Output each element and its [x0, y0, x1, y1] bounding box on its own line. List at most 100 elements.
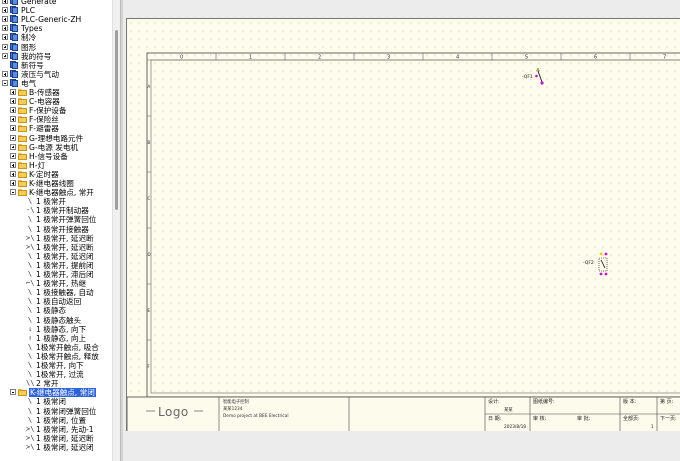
expand-toggle-icon[interactable]: [10, 125, 16, 132]
expand-toggle-icon[interactable]: [10, 107, 16, 114]
tree-item-label: 1 极常开, 热继: [36, 279, 87, 289]
row-label: C: [148, 196, 151, 201]
company-line2: 某某1234: [223, 406, 243, 412]
row-label: E: [148, 308, 151, 313]
folder-icon: [18, 152, 27, 160]
qf2-tag: -QF2: [583, 260, 594, 266]
value-date: 2023/8/18: [504, 424, 526, 430]
collapse-toggle-icon[interactable]: [10, 189, 16, 196]
contact-symbol-icon: \: [27, 351, 33, 360]
tree-item-label: G-电源 发电机: [29, 142, 79, 152]
contact-symbol-icon: \: [27, 197, 33, 206]
row-label: B: [148, 140, 151, 145]
library-book-icon: [10, 60, 18, 69]
border-inner: [150, 59, 680, 394]
tree-item-label: 1 极常开, 延迟闭: [36, 251, 94, 261]
tree-item-label: 1 极常闭, 位置: [36, 415, 87, 425]
contact-symbol-icon: ≻\: [26, 233, 35, 242]
contact-symbol-icon: ≻\: [26, 424, 35, 433]
tree-item-label: 1极常开, 过流: [36, 370, 84, 380]
qf1-tag: -QF1: [522, 74, 533, 80]
collapse-toggle-icon[interactable]: [2, 79, 8, 86]
collapse-toggle-icon[interactable]: [10, 389, 16, 396]
tree-item-label: K-继电器触点, 常开: [29, 188, 94, 198]
tree-item-label: 我的符号: [21, 51, 52, 61]
column-label: 0: [180, 55, 183, 61]
tree-item-label: 1极常开触点, 吸合: [36, 342, 99, 352]
tree-item-label: PLC-Generic-ZH: [21, 15, 82, 25]
expand-toggle-icon[interactable]: [2, 25, 8, 32]
contact-symbol-icon: -\: [26, 206, 35, 215]
row-header-band: A B C D E F: [147, 84, 151, 369]
contact-symbol-icon: \: [27, 297, 33, 306]
label-project: 图纸编号:: [533, 398, 555, 405]
expand-toggle-icon[interactable]: [10, 89, 16, 95]
tree-item-label: C-电容器: [29, 97, 60, 107]
contact-symbol-icon: \: [27, 397, 33, 406]
tree-item-label: 1 极常闭, 延迟闭: [36, 442, 94, 452]
component-qf1[interactable]: -QF1: [522, 67, 544, 85]
expand-toggle-icon[interactable]: [10, 170, 16, 177]
expand-toggle-icon[interactable]: [10, 143, 16, 150]
expand-toggle-icon[interactable]: [2, 52, 8, 59]
expand-toggle-icon[interactable]: [10, 180, 16, 186]
expand-toggle-icon[interactable]: [2, 43, 8, 50]
qf2-top-pin-a: [599, 252, 603, 256]
title-block: Logo 智能电子控制 某某1234 Demo project at BEE E…: [127, 396, 680, 432]
value-drawn: 某某: [504, 407, 513, 413]
contact-symbol-icon: \: [27, 288, 33, 297]
expand-toggle-icon[interactable]: [2, 0, 8, 4]
contact-symbol-icon: \: [27, 224, 33, 233]
tree-item-label: 电气: [21, 78, 37, 88]
canvas-bottom-area: [123, 431, 680, 461]
drawing-sheet[interactable]: 01234567 ABCDEF -QF1 -QF2 Logo 智能电子控制 某某…: [126, 18, 680, 432]
tree-item-label: 1 极常开, 提前闭: [36, 260, 94, 270]
expand-toggle-icon[interactable]: [10, 98, 16, 105]
label-checked: 审 核:: [533, 415, 547, 422]
contact-symbol-icon: \: [27, 370, 33, 379]
expand-toggle-icon[interactable]: [2, 16, 8, 23]
tree-item-label: 1 极常闭, 先动-1: [36, 424, 94, 434]
component-qf2[interactable]: -QF2: [583, 252, 608, 276]
tree-item-label: PLC: [21, 6, 36, 16]
tree-item-label: 制冷: [21, 33, 37, 43]
expand-toggle-icon[interactable]: [10, 152, 16, 159]
label-next: 下一页:: [660, 416, 677, 422]
symbol-library-tree[interactable]: Generate PLC PLC-Generic-ZH Types 制冷 图形 我的符号 新符…: [0, 0, 112, 461]
label-sheet: 第 页:: [660, 398, 674, 405]
row-label: F: [148, 364, 151, 369]
expand-toggle-icon[interactable]: [2, 34, 8, 41]
tree-scrollbar[interactable]: [112, 0, 120, 461]
library-book-icon: [10, 78, 18, 87]
label-version: 版 本:: [623, 398, 637, 405]
logo-text: Logo: [158, 405, 189, 419]
tree-item-label: 2 常开: [36, 379, 59, 389]
expand-toggle-icon[interactable]: [10, 134, 16, 141]
border-outer: [146, 52, 680, 398]
tree-item-label: 1 极静态, 向上: [36, 333, 87, 343]
row-label: D: [148, 252, 151, 257]
library-book-icon: [10, 69, 18, 78]
column-label: 5: [525, 55, 528, 61]
qf1-wire: [537, 70, 543, 83]
column-label: 3: [387, 55, 390, 61]
expand-toggle-icon[interactable]: [10, 161, 16, 168]
folder-icon: [18, 125, 27, 133]
expand-toggle-icon[interactable]: [2, 70, 8, 77]
library-book-icon: [10, 33, 18, 42]
tree-item-label: 1 极接触器, 自动: [36, 288, 94, 298]
tree-item-label: Types: [21, 24, 43, 34]
contact-symbol-icon: \: [27, 342, 33, 351]
column-label: 6: [594, 55, 597, 61]
library-book-icon: [10, 42, 18, 51]
library-book-icon: [10, 0, 18, 5]
tree-scrollbar-thumb[interactable]: [115, 30, 118, 210]
qf2-bottom-pin-b: [604, 272, 608, 276]
tree-item-label: 1极常开触点, 释放: [36, 351, 99, 361]
tree-item-label: 新符号: [21, 60, 44, 70]
expand-toggle-icon[interactable]: [10, 116, 16, 123]
expand-toggle-icon[interactable]: [2, 7, 8, 14]
contact-symbol-icon: ≻\: [26, 242, 35, 251]
library-book-icon: [10, 24, 18, 33]
tree-item-label: B-传感器: [29, 88, 60, 97]
